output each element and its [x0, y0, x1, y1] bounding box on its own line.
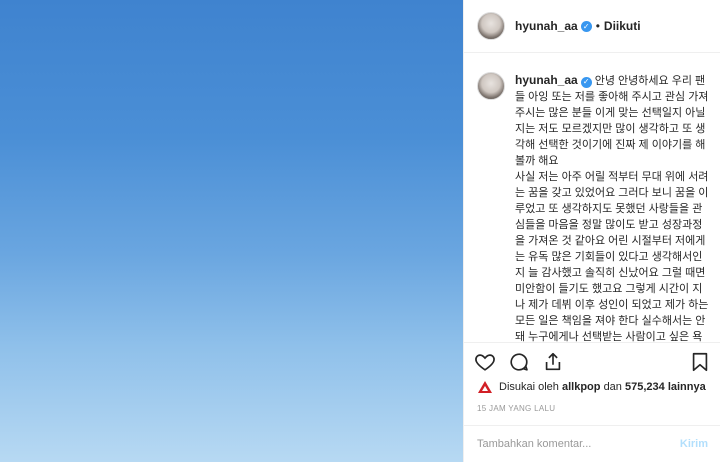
post-actions: Disukai oleh allkpop dan 575,234 lainnya… [464, 342, 720, 438]
likes-prefix: Disukai oleh [499, 381, 559, 393]
separator-dot: • [595, 19, 600, 33]
verified-icon: ✓ [580, 20, 592, 32]
post-comment-button[interactable]: Kirim [680, 438, 708, 450]
heart-icon[interactable] [474, 351, 496, 373]
likes-suffix[interactable]: lainnya [668, 381, 706, 393]
likes-summary: Disukai oleh allkpop dan 575,234 lainnya [477, 380, 706, 394]
likes-first-user[interactable]: allkpop [562, 381, 601, 393]
caption-verified-icon: ✓ [580, 76, 592, 88]
header-username[interactable]: hyunah_aa [515, 19, 578, 33]
comment-input[interactable] [477, 438, 680, 450]
caption-avatar[interactable] [477, 72, 505, 100]
post-panel: hyunah_aa ✓ • Diikuti hyunah_aa ✓ 안녕 안녕하세… [463, 0, 720, 462]
following-button[interactable]: Diikuti [604, 19, 641, 33]
caption-username[interactable]: hyunah_aa [515, 73, 578, 87]
action-icons [474, 351, 711, 375]
caption-area[interactable]: hyunah_aa ✓ 안녕 안녕하세요 우리 팬들 아잉 또는 저를 좋아해 주… [464, 54, 720, 342]
post-header: hyunah_aa ✓ • Diikuti [464, 0, 720, 53]
share-icon[interactable] [542, 351, 564, 373]
bookmark-icon[interactable] [689, 351, 711, 373]
comment-box: Kirim [464, 425, 720, 462]
post-image[interactable] [0, 0, 463, 462]
avatar[interactable] [477, 12, 505, 40]
post-timestamp[interactable]: 15 JAM YANG LALU [477, 404, 555, 413]
comment-icon[interactable] [508, 351, 530, 373]
caption: hyunah_aa ✓ 안녕 안녕하세요 우리 팬들 아잉 또는 저를 좋아해 주… [515, 72, 711, 342]
caption-text: 안녕 안녕하세요 우리 팬들 아잉 또는 저를 좋아해 주시고 관심 가져주시는… [515, 75, 709, 342]
likes-connector: dan [603, 381, 622, 393]
likes-count[interactable]: 575,234 [625, 381, 665, 393]
allkpop-logo-icon [478, 381, 492, 393]
